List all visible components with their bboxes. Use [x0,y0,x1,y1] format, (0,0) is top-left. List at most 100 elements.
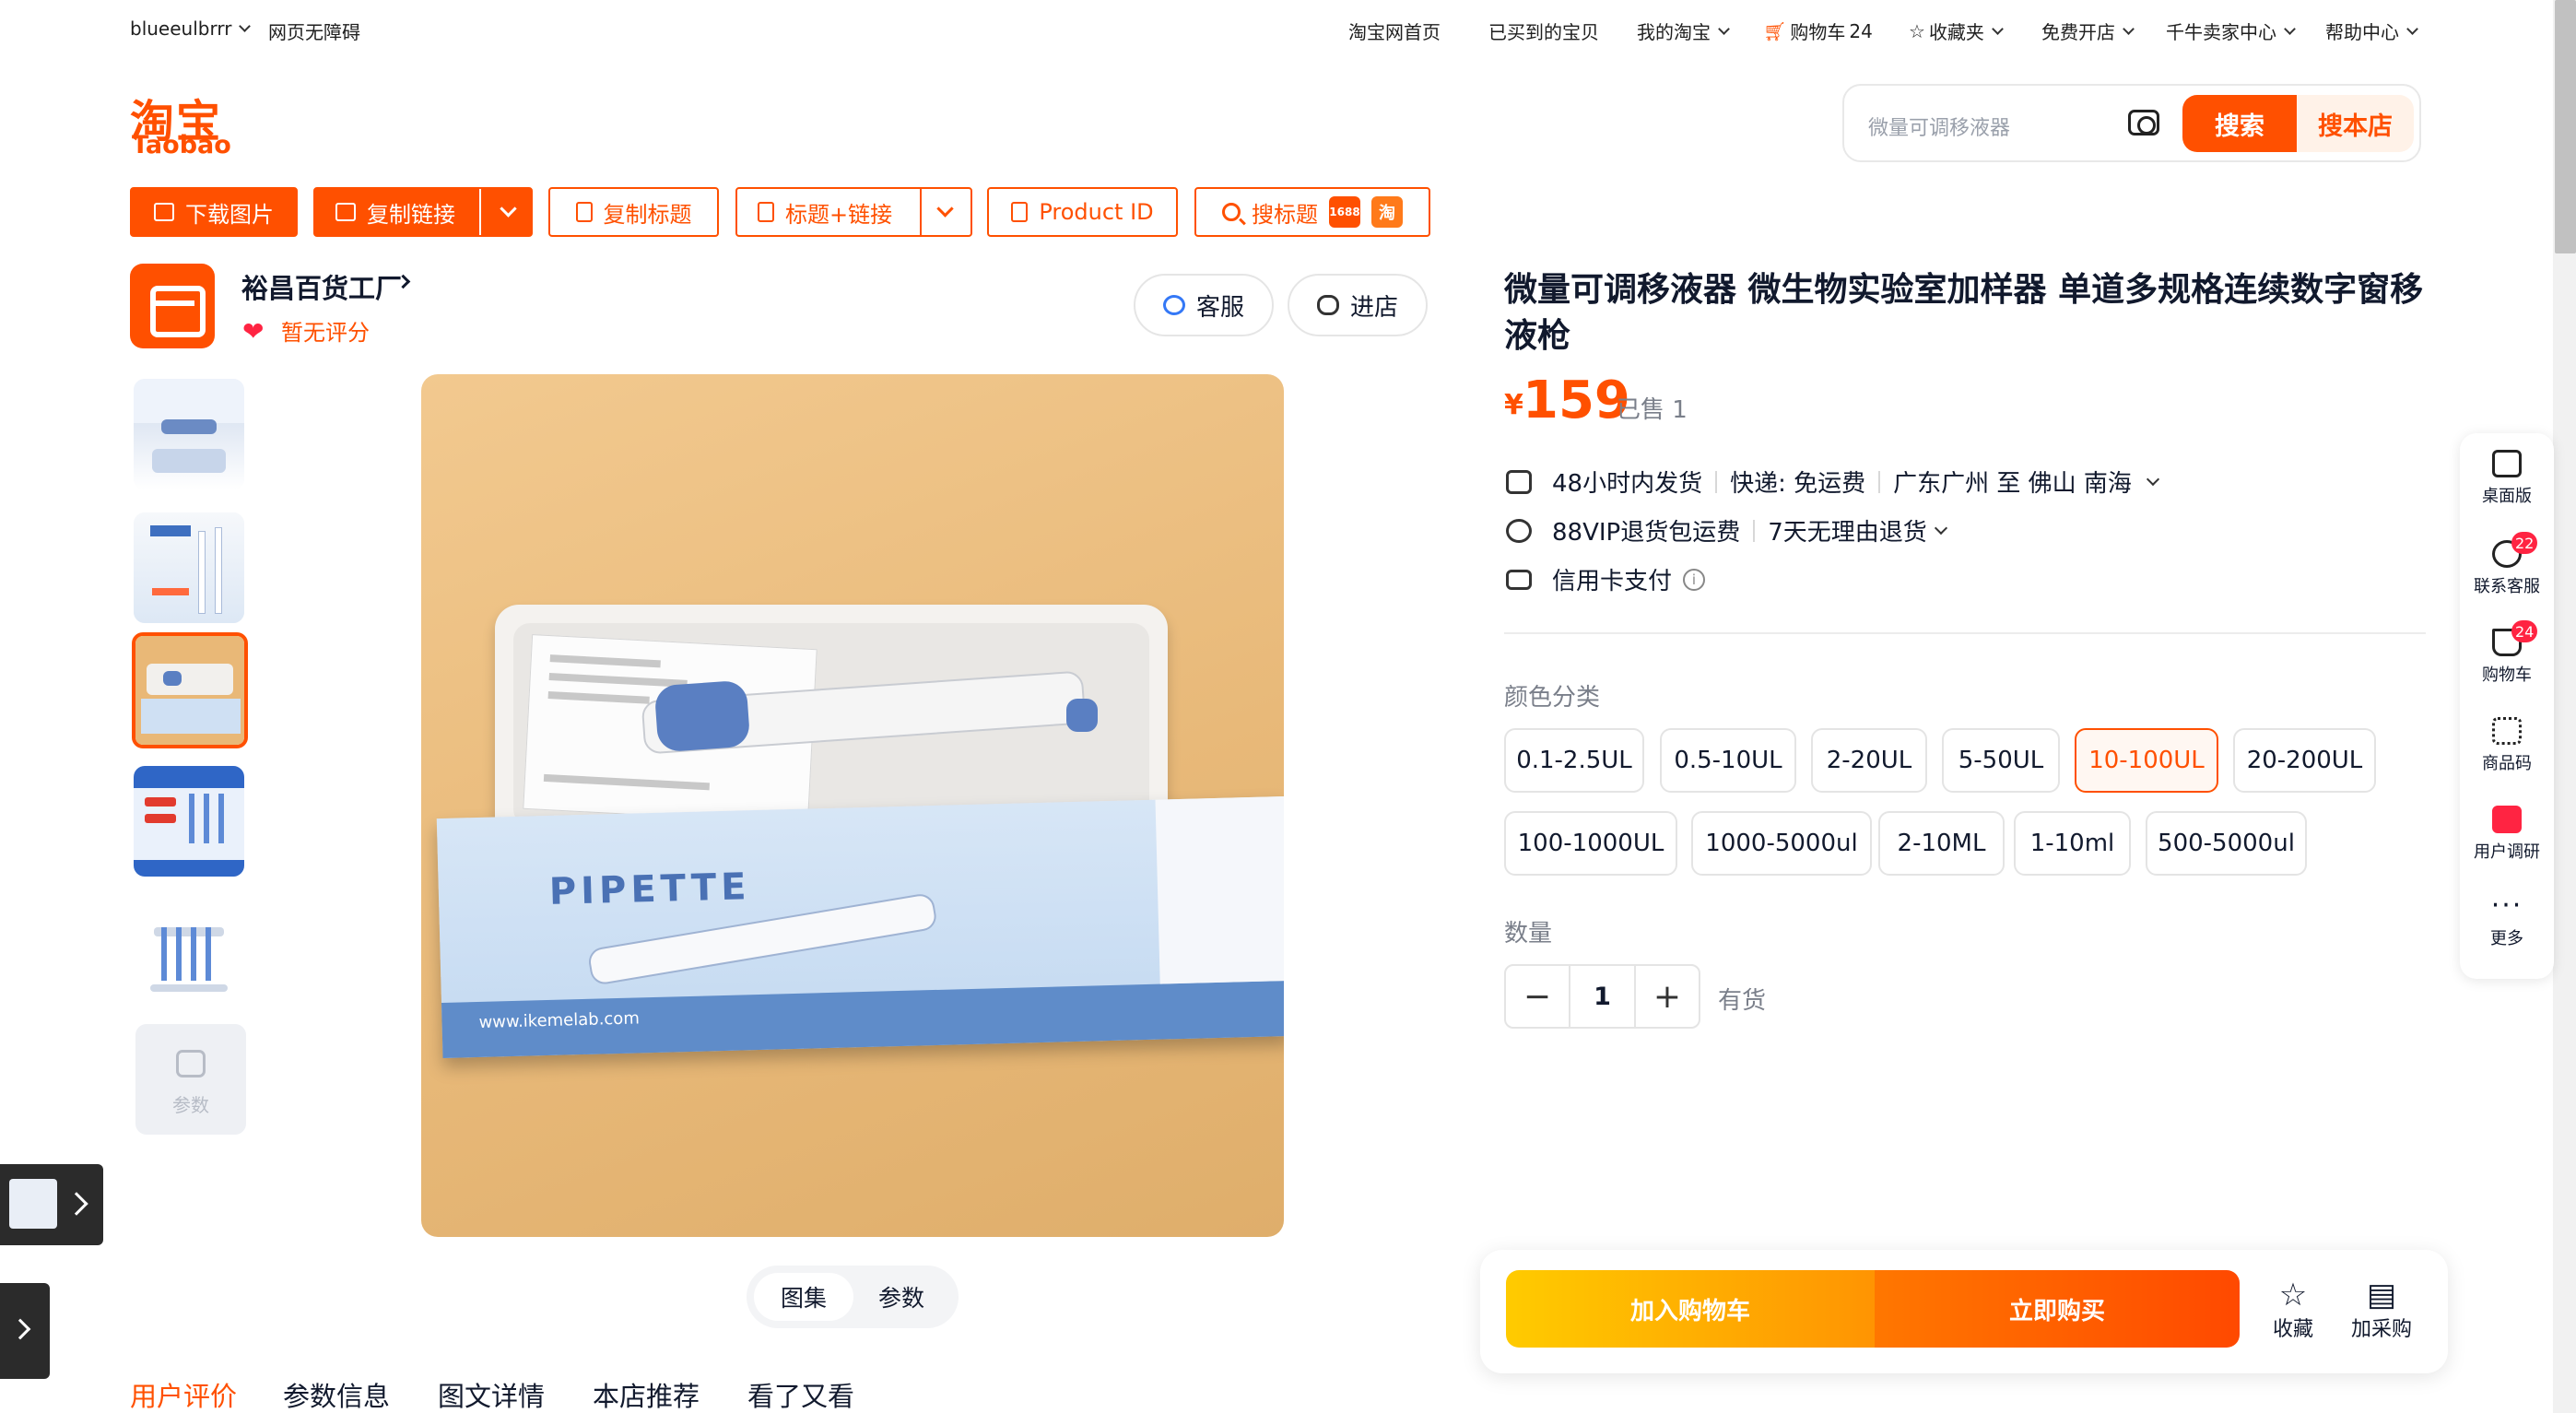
copy-link-button[interactable]: 复制链接 [313,187,533,237]
variant-option[interactable]: 0.5-10UL [1660,728,1796,793]
side-expand-button[interactable] [0,1283,50,1379]
favorites-menu[interactable]: ☆ 收藏夹 [1909,18,2004,44]
buy-now-button[interactable]: 立即购买 [1875,1270,2240,1348]
copy-title-button[interactable]: 复制标题 [548,187,719,237]
mini-preview-widget[interactable] [0,1164,103,1245]
variant-option[interactable]: 1-10ml [2014,811,2131,876]
copy-icon [1011,202,1029,222]
survey-button[interactable]: 用户调研 [2460,806,2554,863]
search-store-button[interactable]: 搜本店 [2297,95,2414,152]
copy-title-label: 复制标题 [603,201,692,228]
enter-shop-label: 进店 [1349,293,1398,322]
chevron-down-icon [2284,22,2296,35]
variant-option[interactable]: 100-1000UL [1504,811,1677,876]
nav-store-recommend[interactable]: 本店推荐 [593,1375,700,1413]
customer-service-button[interactable]: 客服 [1134,274,1274,336]
favorite-button[interactable]: ☆ 收藏 [2256,1278,2330,1342]
favorite-label: 收藏 [2272,1318,2313,1341]
payment-row: 信用卡支付 i [1506,562,1706,596]
chevron-down-icon [2123,22,2135,35]
thumbnail-5[interactable] [134,900,244,1010]
scrollbar-thumb[interactable] [2555,0,2576,253]
variant-option[interactable]: 5-50UL [1942,728,2060,793]
desktop-label: 桌面版 [2482,487,2532,506]
tab-params[interactable]: 参数 [852,1273,951,1321]
search-button[interactable]: 搜索 [2182,95,2297,152]
user-menu[interactable]: blueeulbrrr [130,18,252,40]
variant-option[interactable]: 20-200UL [2233,728,2376,793]
add-to-cart-button[interactable]: 加入购物车 [1506,1270,1875,1348]
divider [1504,632,2426,634]
variant-option[interactable]: 1000-5000ul [1691,811,1872,876]
home-link[interactable]: 淘宝网首页 [1348,18,1441,44]
truck-icon [1506,469,1532,494]
thumbnail-2[interactable] [134,512,244,623]
tab-gallery[interactable]: 图集 [754,1273,853,1321]
main-product-image[interactable]: PIPETTE www.ikemelab.com [421,374,1284,1237]
credit-card-payment: 信用卡支付 [1552,568,1673,595]
purchase-list-label: 加采购 [2350,1318,2412,1341]
box-brand-text: PIPETTE [548,865,752,913]
shipping-time: 48小时内发货 [1552,470,1703,498]
price-currency: ¥ [1504,389,1523,421]
sidebar-cart-button[interactable]: 24 购物车 [2460,620,2554,686]
chevron-down-icon[interactable] [1934,521,1947,535]
shipping-route[interactable]: 广东广州 至 佛山 南海 [1893,465,2132,499]
badge-1688[interactable]: 1688 [1329,196,1360,228]
more-icon: ··· [2490,889,2523,922]
search-title-button[interactable]: 搜标题 1688 淘 [1194,187,1430,237]
enter-shop-button[interactable]: 进店 [1288,274,1428,336]
open-shop-menu[interactable]: 免费开店 [2041,18,2135,44]
cart-link[interactable]: 🛒︎ 购物车 24 [1763,18,1873,44]
copy-icon [575,202,593,222]
image-tabs: 图集 参数 [747,1266,959,1328]
variant-option[interactable]: 2-20UL [1811,728,1927,793]
shop-name[interactable]: 裕昌百货工厂 [241,267,402,306]
desktop-icon [2492,450,2522,477]
nav-details[interactable]: 图文详情 [438,1375,545,1413]
nav-reviews[interactable]: 用户评价 [130,1375,237,1413]
title-link-button[interactable]: 标题+链接 [735,187,972,237]
favorites-label: 收藏夹 [1928,21,1984,43]
badge-tao[interactable]: 淘 [1371,196,1403,228]
params-thumbnail[interactable]: 参数 [135,1024,246,1135]
variant-option[interactable]: 500-5000ul [2146,811,2307,876]
thumbnail-1[interactable] [134,379,244,489]
more-label: 更多 [2490,929,2523,948]
contact-service-button[interactable]: 22 联系客服 [2460,532,2554,597]
help-menu[interactable]: 帮助中心 [2325,18,2418,44]
chevron-down-icon[interactable] [2146,472,2159,486]
nav-also-viewed[interactable]: 看了又看 [747,1375,854,1413]
seller-center-menu[interactable]: 千牛卖家中心 [2166,18,2296,44]
my-taobao-menu[interactable]: 我的淘宝 [1637,18,1730,44]
variant-option[interactable]: 2-10ML [1878,811,2005,876]
increment-button[interactable]: + [1634,966,1699,1027]
search-input[interactable]: 微量可调移液器 [1868,112,2010,141]
purchase-list-button[interactable]: ▤ 加采购 [2345,1278,2418,1342]
more-button[interactable]: ··· 更多 [2460,892,2554,949]
chevron-down-icon[interactable] [500,200,517,218]
shipping-row: 48小时内发货 快递: 免运费 广东广州 至 佛山 南海 [1506,465,2159,499]
return-policy[interactable]: 7天无理由退货 [1768,513,1927,548]
thumbnail-3-selected[interactable] [132,632,248,748]
credit-card-icon [1506,569,1532,590]
desktop-version-button[interactable]: 桌面版 [2460,450,2554,507]
shop-logo[interactable] [130,264,215,348]
contact-label: 联系客服 [2474,577,2540,596]
bought-link[interactable]: 已买到的宝贝 [1488,18,1599,44]
decrement-button[interactable]: − [1506,966,1570,1027]
accessibility-link[interactable]: 网页无障碍 [268,18,360,44]
variant-option[interactable]: 0.1-2.5UL [1504,728,1644,793]
variant-option-selected[interactable]: 10-100UL [2075,728,2218,793]
camera-icon[interactable] [2128,110,2159,135]
cart-label: 购物车 [1790,21,1846,43]
product-id-button[interactable]: Product ID [987,187,1178,237]
nav-params[interactable]: 参数信息 [283,1375,390,1413]
quantity-input[interactable]: 1 [1570,966,1634,1027]
download-images-button[interactable]: 下载图片 [130,187,298,237]
info-icon[interactable]: i [1683,568,1706,591]
top-bar: blueeulbrrr 网页无障碍 淘宝网首页 已买到的宝贝 我的淘宝 🛒︎ 购… [0,0,2553,57]
thumbnail-4[interactable] [134,766,244,877]
chevron-down-icon[interactable] [936,200,954,218]
qrcode-button[interactable]: 商品码 [2460,717,2554,774]
